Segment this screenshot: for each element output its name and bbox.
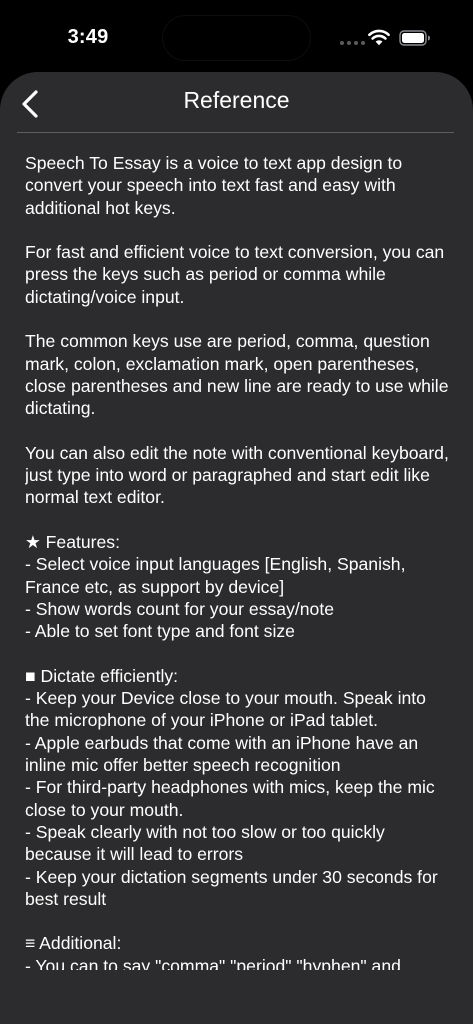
dynamic-island — [163, 16, 310, 60]
page-title: Reference — [183, 87, 290, 113]
reference-text[interactable]: Speech To Essay is a voice to text app d… — [25, 152, 455, 970]
navigation-bar: Reference — [0, 72, 473, 132]
battery-icon — [399, 30, 430, 46]
wifi-icon — [368, 29, 390, 46]
status-bar: 3:49 — [0, 0, 473, 76]
screen: 3:49 Reference Speech To Essay is a voic… — [0, 0, 473, 1024]
cellular-signal-icon — [340, 41, 365, 45]
reference-sheet: Reference Speech To Essay is a voice to … — [0, 72, 473, 1024]
status-time: 3:49 — [67, 26, 109, 48]
header-divider — [17, 132, 454, 133]
